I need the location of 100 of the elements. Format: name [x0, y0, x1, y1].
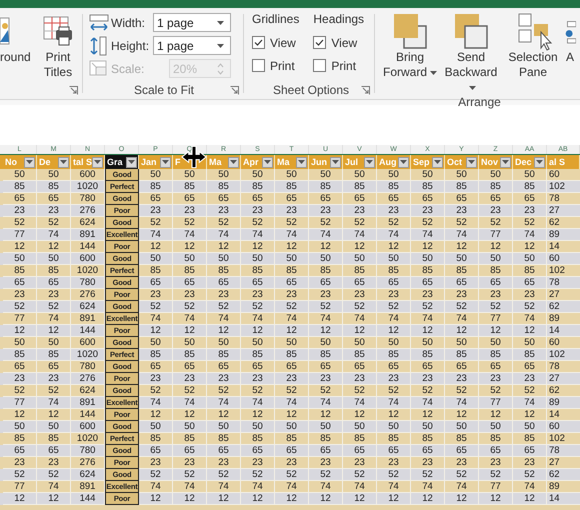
caret-icon	[298, 160, 305, 164]
table-cell: 65	[513, 445, 547, 457]
ribbon-button[interactable]: Print Titles	[38, 12, 78, 80]
checkbox[interactable]	[313, 59, 326, 72]
table-cell: 85	[241, 349, 275, 361]
table-cell: 85	[37, 265, 71, 277]
table-cell: 23	[173, 205, 207, 217]
table-cell: 23	[309, 373, 343, 385]
table-cell: 50	[479, 337, 513, 349]
table-cell: 50	[241, 421, 275, 433]
dropdown-field[interactable]: 1 page	[153, 36, 231, 55]
table-cell: 23	[139, 457, 173, 469]
table-cell: 12	[309, 241, 343, 253]
table-cell: 12	[479, 241, 513, 253]
table-cell: 52	[343, 469, 377, 481]
table-cell: 62	[547, 385, 580, 397]
table-cell: 52	[343, 301, 377, 313]
table-cell: 85	[513, 265, 547, 277]
table-cell: 74	[37, 481, 71, 493]
ribbon-button[interactable]: A	[564, 12, 576, 65]
table-cell: 14	[547, 325, 580, 337]
table-cell: 23	[3, 373, 37, 385]
table-cell: 85	[173, 349, 207, 361]
table-cell: 12	[445, 241, 479, 253]
dialog-launcher-icon[interactable]	[361, 86, 370, 95]
table-cell: 89	[547, 397, 580, 409]
table-cell: 52	[37, 469, 71, 481]
caret-icon	[162, 160, 169, 164]
table-cell: 12	[309, 493, 343, 505]
table-cell: 60	[547, 169, 580, 181]
table-cell: 50	[37, 169, 71, 181]
table-cell: 74	[343, 229, 377, 241]
table-cell: 50	[139, 253, 173, 265]
table-cell: 74	[309, 229, 343, 241]
table-cell: 50	[411, 421, 445, 433]
table-cell: 74	[445, 481, 479, 493]
table-cell: 85	[139, 349, 173, 361]
table-cell: 12	[377, 493, 411, 505]
ribbon-button[interactable]: Send Backward	[440, 12, 502, 95]
header-label: al S	[549, 157, 566, 167]
table-cell: 74	[173, 313, 207, 325]
table-cell: 65	[173, 361, 207, 373]
ribbon-button[interactable]: Bring Forward	[383, 12, 437, 80]
table-cell: 52	[445, 301, 479, 313]
checkbox[interactable]	[252, 36, 265, 49]
table-cell: 85	[343, 181, 377, 193]
table-cell: 276	[71, 457, 105, 469]
table-cell: 52	[377, 301, 411, 313]
table-cell: 12	[513, 325, 547, 337]
table-cell: 77	[3, 313, 37, 325]
table-cell: 50	[445, 421, 479, 433]
caret-icon	[469, 86, 476, 90]
table-cell: 62	[547, 301, 580, 313]
table-cell: 65	[513, 277, 547, 289]
table-cell: 12	[241, 325, 275, 337]
table-cell: 14	[547, 409, 580, 421]
dropdown-field[interactable]: 1 page	[153, 13, 231, 32]
header-label: tal S	[73, 157, 92, 167]
header-label: Aug	[379, 157, 396, 167]
table-cell: 50	[37, 253, 71, 265]
caret-icon	[366, 160, 373, 164]
table-cell: 74	[309, 397, 343, 409]
table-cell: 23	[207, 373, 241, 385]
table-cell: 12	[343, 409, 377, 421]
table-cell: 52	[411, 469, 445, 481]
dialog-launcher-icon[interactable]	[230, 86, 239, 95]
ribbon-button[interactable]: Selection Pane	[505, 12, 561, 80]
header-label: No	[5, 157, 17, 167]
table-cell: 85	[445, 433, 479, 445]
table-cell: 23	[207, 205, 241, 217]
table-cell: 23	[445, 457, 479, 469]
caret-icon	[264, 160, 271, 164]
table-cell: 52	[445, 217, 479, 229]
table-cell: 23	[479, 373, 513, 385]
header-label: Ma	[277, 157, 290, 167]
table-cell: 12	[241, 493, 275, 505]
checkbox[interactable]	[252, 59, 265, 72]
table-cell: 65	[479, 277, 513, 289]
table-cell: 50	[173, 337, 207, 349]
filter-button[interactable]	[126, 156, 137, 168]
checkbox[interactable]	[313, 36, 326, 49]
table-cell: 600	[71, 169, 105, 181]
table-cell: 52	[3, 385, 37, 397]
table-cell: 50	[173, 169, 207, 181]
table-cell: 85	[3, 433, 37, 445]
table-cell: 65	[445, 193, 479, 205]
table-cell: 77	[3, 397, 37, 409]
table-cell: 85	[173, 265, 207, 277]
ribbon-button[interactable]: round	[0, 12, 32, 65]
table-cell: 23	[411, 373, 445, 385]
table-cell: 60	[547, 253, 580, 265]
table-cell: 52	[275, 385, 309, 397]
dialog-launcher-icon[interactable]	[69, 86, 78, 94]
table-cell: 50	[207, 337, 241, 349]
table-cell: 12	[275, 325, 309, 337]
table-cell: 12	[37, 409, 71, 421]
table-cell: 23	[411, 289, 445, 301]
table-cell: 12	[275, 409, 309, 421]
table-cell: 65	[343, 277, 377, 289]
table-cell: 600	[71, 253, 105, 265]
